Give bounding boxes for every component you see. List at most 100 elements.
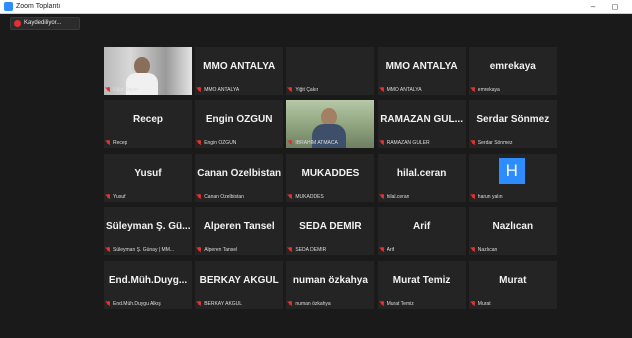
participant-tile[interactable]: Canan Özelbistan Canan Özelbistan — [195, 153, 284, 202]
muted-mic-icon — [380, 300, 385, 307]
participant-display-name: Yusuf — [134, 167, 162, 179]
muted-mic-icon — [288, 247, 293, 253]
participant-nameplate: Yiğit Çakır — [288, 86, 318, 94]
participant-nameplate: numan özkahya — [288, 300, 331, 308]
participant-tile[interactable]: End.Müh.Duyg... End.Müh.Duygu Alkış — [104, 260, 192, 309]
participant-name-label: numan özkahya — [295, 300, 331, 307]
muted-mic-icon — [288, 140, 293, 146]
participant-name-label: Recep — [113, 140, 128, 147]
window-title: Zoom Toplantı — [16, 3, 61, 10]
participant-tile[interactable]: hilal.ceran hilal.ceran — [377, 153, 466, 202]
participant-nameplate: Süleyman Ş. Günay | MM... — [106, 246, 174, 254]
participant-name-label: harun yalın — [477, 193, 503, 200]
muted-mic-icon — [471, 300, 476, 307]
participant-nameplate: Engin ÖZGÜN — [197, 139, 236, 147]
participant-nameplate: Canan Özelbistan — [197, 193, 244, 201]
participant-display-name: Engin ÖZGÜN — [205, 114, 273, 126]
participant-tile[interactable]: Murat Temiz Murat Temiz — [377, 260, 466, 309]
participant-tile[interactable]: Uğur Sayın — [104, 47, 192, 95]
muted-mic-icon — [197, 193, 202, 200]
participant-display-name: MMO ANTALYA — [385, 61, 458, 72]
muted-mic-icon — [197, 140, 202, 146]
muted-mic-icon — [197, 247, 202, 253]
participant-name-label: hilal.ceran — [386, 193, 410, 200]
participant-display-name: Murat — [499, 274, 527, 286]
participant-name-label: Murat — [477, 300, 491, 307]
participant-nameplate: Uğur Sayın — [106, 86, 138, 94]
participant-nameplate: Recep — [106, 139, 127, 147]
record-icon — [14, 20, 21, 27]
participant-nameplate: RAMAZAN GÜLER — [380, 139, 430, 147]
participant-name-label: Arif — [386, 247, 395, 254]
participant-nameplate: İBRAHİM ATMACA — [288, 139, 338, 147]
participant-tile[interactable]: Süleyman Ş. Gü... Süleyman Ş. Günay | MM.… — [104, 207, 192, 256]
participant-name-label: İBRAHİM ATMACA — [295, 140, 338, 147]
minimize-button[interactable]: – — [584, 0, 602, 13]
participant-name-label: MMO ANTALYA — [204, 87, 240, 93]
participant-nameplate: MUKADDES — [288, 193, 324, 201]
participant-display-name: emrekaya — [489, 61, 536, 72]
participant-nameplate: MMO ANTALYA — [197, 86, 239, 94]
participant-name-label: SEDA DEMİR — [295, 247, 327, 254]
muted-mic-icon — [471, 247, 476, 253]
participant-tile[interactable]: İBRAHİM ATMACA — [286, 100, 375, 149]
participant-display-name: Nazlıcan — [492, 221, 534, 233]
recording-indicator[interactable]: Kaydediliyor... — [10, 17, 80, 30]
muted-mic-icon — [471, 140, 476, 146]
participant-tile[interactable]: MMO ANTALYA MMO ANTALYA — [195, 47, 284, 95]
muted-mic-icon — [288, 193, 293, 200]
participant-tile[interactable]: Serdar Sönmez Serdar Sönmez — [468, 100, 557, 149]
muted-mic-icon — [106, 193, 111, 200]
participant-nameplate: Arif — [380, 246, 395, 254]
participant-tile[interactable]: numan özkahya numan özkahya — [286, 260, 375, 309]
muted-mic-icon — [288, 300, 293, 307]
participant-tile[interactable]: BERKAY AKGÜL BERKAY AKGÜL — [195, 260, 284, 309]
participant-tile[interactable]: Engin ÖZGÜN Engin ÖZGÜN — [195, 100, 284, 149]
maximize-button[interactable]: ◻ — [606, 0, 624, 13]
participant-display-name: MUKADDES — [301, 167, 360, 179]
participant-name-label: RAMAZAN GÜLER — [386, 140, 430, 147]
participant-display-name: MMO ANTALYA — [203, 61, 276, 72]
participant-tile[interactable]: RAMAZAN GÜL... RAMAZAN GÜLER — [377, 100, 466, 149]
participant-nameplate: Murat — [471, 300, 491, 308]
muted-mic-icon — [197, 300, 202, 307]
participant-name-label: Engin ÖZGÜN — [204, 140, 237, 147]
muted-mic-icon — [380, 247, 385, 253]
participant-name-label: Yusuf — [113, 193, 126, 200]
participant-display-name: Süleyman Ş. Gü... — [106, 221, 190, 233]
participant-tile[interactable]: Murat Murat — [468, 260, 557, 309]
participant-tile[interactable]: Yiğit Çakır — [286, 47, 375, 95]
participant-tile[interactable]: Nazlıcan Nazlıcan — [468, 207, 557, 256]
participant-nameplate: Murat Temiz — [380, 300, 414, 308]
participant-tile[interactable]: MMO ANTALYA MMO ANTALYA — [377, 47, 466, 95]
participant-name-label: Nazlıcan — [477, 247, 498, 254]
participant-gallery: Uğur Sayın MMO ANTALYA MMO ANTALYA Yiğit Ça… — [104, 47, 557, 310]
participant-tile[interactable]: MUKADDES MUKADDES — [286, 153, 375, 202]
participant-name-label: Uğur Sayın — [113, 87, 139, 93]
participant-tile[interactable]: Hharun yalın — [468, 153, 557, 202]
participant-name-label: Murat Temiz — [386, 300, 414, 307]
participant-tile[interactable]: emrekaya emrekaya — [468, 47, 557, 95]
participant-tile[interactable]: Yusuf Yusuf — [104, 153, 192, 202]
participant-nameplate: Yusuf — [106, 193, 126, 201]
zoom-app-icon — [4, 2, 13, 11]
participant-nameplate: Nazlıcan — [471, 246, 497, 254]
participant-name-label: MUKADDES — [295, 193, 324, 200]
participant-display-name: numan özkahya — [292, 274, 368, 286]
participant-tile[interactable]: Alperen Tansel Alperen Tansel — [195, 207, 284, 256]
participant-nameplate: SEDA DEMİR — [288, 246, 326, 254]
participant-tile[interactable]: SEDA DEMİR SEDA DEMİR — [286, 207, 375, 256]
participant-nameplate: Alperen Tansel — [197, 246, 237, 254]
participant-name-label: MMO ANTALYA — [386, 87, 422, 93]
participant-tile[interactable]: Recep Recep — [104, 100, 192, 149]
muted-mic-icon — [106, 247, 111, 253]
participant-display-name: End.Müh.Duyg... — [108, 274, 188, 286]
participant-name-label: BERKAY AKGÜL — [204, 300, 243, 307]
participant-tile[interactable]: Arif Arif — [377, 207, 466, 256]
muted-mic-icon — [106, 87, 111, 93]
participant-display-name: BERKAY AKGÜL — [199, 274, 279, 286]
muted-mic-icon — [380, 87, 385, 93]
muted-mic-icon — [380, 140, 385, 146]
participant-display-name: Recep — [132, 114, 163, 126]
participant-display-name: RAMAZAN GÜL... — [380, 114, 463, 126]
